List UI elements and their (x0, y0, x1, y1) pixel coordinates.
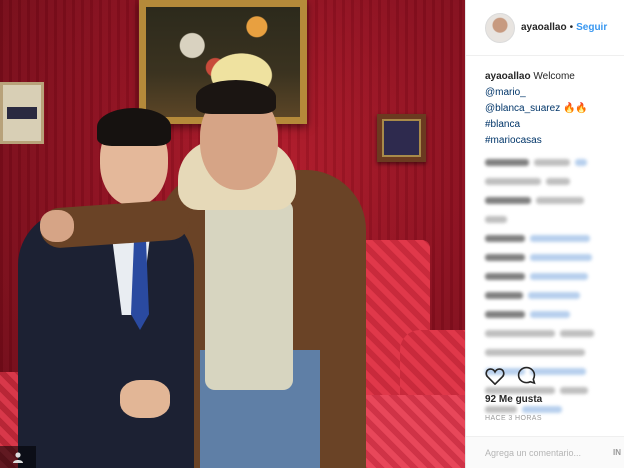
header-username[interactable]: ayaoallao (521, 22, 567, 33)
person-icon (13, 452, 23, 463)
follow-button[interactable]: Seguir (576, 22, 607, 33)
post-actions (485, 366, 536, 385)
comment-placeholder: Agrega un comentario... (485, 447, 582, 458)
post-comment-button[interactable]: IN (613, 448, 621, 457)
list-item (485, 343, 614, 362)
heart-icon[interactable] (485, 367, 505, 385)
post-caption: ayaoallao Welcome @mario_ @blanca_suarez… (466, 56, 624, 149)
header-separator: • (569, 22, 574, 33)
likes-count[interactable]: 92 Me gusta (485, 394, 542, 405)
caption-username[interactable]: ayaoallao (485, 71, 531, 82)
post-photo[interactable] (0, 0, 465, 468)
suit-man-body (18, 210, 194, 468)
list-item (485, 267, 614, 286)
jacket-man-shirt (205, 200, 293, 390)
suit-man-hands (120, 380, 170, 418)
post-header: ayaoallao • Seguir (466, 0, 624, 56)
post-sidebar: ayaoallao • Seguir ayaoallao Welcome @ma… (465, 0, 624, 468)
framed-certificate (0, 82, 44, 144)
list-item (485, 229, 614, 248)
wall-plaque (377, 114, 426, 162)
post-timestamp: HACE 3 HORAS (485, 415, 542, 422)
jacket-man-hand (40, 210, 74, 242)
mention-mario[interactable]: @mario_ (485, 87, 526, 98)
caption-welcome: Welcome (533, 71, 575, 82)
avatar[interactable] (485, 12, 515, 43)
list-item (485, 286, 614, 305)
hashtag-mariocasas[interactable]: #mariocasas (485, 135, 542, 146)
hashtag-blanca[interactable]: #blanca (485, 119, 520, 130)
comment-input[interactable]: Agrega un comentario... IN (466, 436, 624, 468)
list-item (485, 305, 614, 324)
tagged-people-button[interactable] (0, 446, 36, 468)
suit-man-hair (97, 108, 171, 146)
list-item (485, 324, 614, 343)
mention-blanca[interactable]: @blanca_suarez (485, 103, 560, 114)
jacket-man-hair (196, 80, 276, 114)
list-item (485, 153, 614, 172)
list-item (485, 210, 614, 229)
comment-bubble-icon[interactable] (517, 366, 536, 385)
list-item (485, 191, 614, 210)
list-item (485, 172, 614, 191)
list-item (485, 248, 614, 267)
fire-emoji: 🔥🔥 (562, 103, 588, 114)
